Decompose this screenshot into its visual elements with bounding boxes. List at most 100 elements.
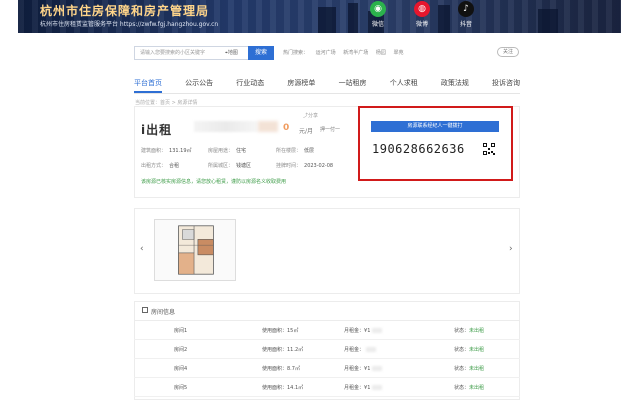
field-label: 所在楼层： bbox=[276, 148, 302, 154]
social-label: 抖音 bbox=[459, 21, 472, 28]
room-status: 状态：未出租 bbox=[454, 384, 484, 391]
rent-value: ¥1 bbox=[364, 385, 371, 391]
social-label: 微信 bbox=[371, 21, 384, 28]
qr-code-icon[interactable] bbox=[483, 143, 495, 155]
map-label: 地图 bbox=[227, 50, 238, 56]
house-title-text: 出租 bbox=[146, 123, 173, 137]
hot-search-item[interactable]: 杨园 bbox=[376, 50, 386, 56]
table-row: 房间2 使用面积：11.2㎡ 月租金： 状态：未出租 bbox=[134, 340, 520, 359]
nav-item-home[interactable]: 平台首页 bbox=[134, 72, 162, 93]
field-label: 所属城区： bbox=[208, 163, 234, 169]
table-row: 房间1 使用面积：15㎡ 月租金：¥1 状态：未出租 bbox=[134, 321, 520, 340]
room-area: 使用面积：14.1㎡ bbox=[262, 385, 304, 391]
gallery-next-icon[interactable]: › bbox=[509, 244, 513, 254]
room-status: 状态：未出租 bbox=[454, 365, 484, 372]
map-link[interactable]: ⌖地图 bbox=[225, 49, 238, 56]
room-status: 状态：未出租 bbox=[454, 346, 484, 353]
redacted-rent bbox=[372, 366, 383, 371]
field-label: 出租方式： bbox=[141, 163, 167, 169]
nav-item-rankings[interactable]: 房源榜单 bbox=[287, 72, 315, 93]
redacted-title bbox=[194, 121, 258, 132]
banner-building bbox=[348, 3, 358, 33]
status-label: 状态： bbox=[454, 385, 470, 391]
field-listed-date: 挂牌时间： 2023-02-08 bbox=[276, 162, 333, 169]
search-button[interactable]: 搜索 bbox=[248, 46, 274, 60]
payment-terms: 押一付一 bbox=[320, 127, 341, 133]
rooms-icon bbox=[142, 307, 148, 313]
social-douyin[interactable]: ♪ 抖音 bbox=[454, 1, 478, 28]
room-name: 房间1 bbox=[174, 328, 188, 334]
field-value: 2023-02-08 bbox=[304, 163, 334, 169]
table-row: 房间4 使用面积：8.7㎡ 月租金：¥1 状态：未出租 bbox=[134, 359, 520, 378]
status-label: 状态： bbox=[454, 366, 470, 372]
banner-building bbox=[318, 7, 336, 33]
room-rent: 月租金：¥1 bbox=[344, 327, 383, 334]
rent-label: 月租金： bbox=[344, 347, 365, 353]
redacted-rent bbox=[372, 328, 383, 333]
site-title: 杭州市住房保障和房产管理局 bbox=[40, 4, 210, 18]
room-status: 状态：未出租 bbox=[454, 327, 484, 334]
room-rent: 月租金：¥1 bbox=[344, 384, 383, 391]
weibo-icon: ◍ bbox=[414, 1, 430, 17]
field-usage: 房屋用途： 住宅 bbox=[208, 147, 246, 154]
verified-notice: 该房源已核实房源信息，请您放心租赁，谨防以房源名义收取费用 bbox=[141, 179, 287, 185]
hot-searches: 热门搜索： 运河广场 新湾半广场 杨园 翠苑 bbox=[283, 49, 409, 56]
phone-number: 190628662636 bbox=[372, 142, 465, 156]
hot-search-item[interactable]: 翠苑 bbox=[393, 50, 403, 56]
status-badge: 未出租 bbox=[469, 366, 485, 372]
nav-item-announcements[interactable]: 公示公告 bbox=[185, 72, 213, 93]
share-link[interactable]: ⤴分享 bbox=[303, 112, 318, 119]
room-area: 使用面积：8.7㎡ bbox=[262, 366, 300, 372]
status-label: 状态： bbox=[454, 347, 470, 353]
wechat-icon: ◉ bbox=[370, 1, 386, 17]
room-name: 房间4 bbox=[174, 366, 188, 372]
rent-value: ¥1 bbox=[364, 328, 371, 334]
field-district: 所属城区： 钱塘区 bbox=[208, 162, 251, 169]
table-row: 房间5 使用面积：14.1㎡ 月租金：¥1 状态：未出租 bbox=[134, 378, 520, 397]
status-badge: 未出租 bbox=[469, 385, 485, 391]
field-value: 131.19㎡ bbox=[169, 148, 192, 154]
room-name: 房间2 bbox=[174, 347, 188, 353]
field-floor: 所在楼层： 低层 bbox=[276, 147, 314, 154]
share-label: 分享 bbox=[308, 113, 319, 119]
hot-search-label: 热门搜索： bbox=[283, 50, 309, 56]
social-wechat[interactable]: ◉ 微信 bbox=[366, 1, 390, 28]
follow-button[interactable]: 关注 bbox=[497, 47, 519, 57]
field-label: 建筑面积： bbox=[141, 148, 167, 154]
field-value: 低层 bbox=[304, 148, 315, 154]
site-subtitle: 杭州市住房租赁监管服务平台 https://zwfw.fgj.hangzhou.… bbox=[40, 21, 219, 28]
floorplan-image[interactable] bbox=[154, 219, 236, 281]
status-badge: 未出租 bbox=[469, 328, 485, 334]
rent-unit: 元/月 bbox=[299, 128, 314, 135]
field-label: 房屋用途： bbox=[208, 148, 234, 154]
field-area: 建筑面积： 131.19㎡ bbox=[141, 147, 192, 154]
room-rent: 月租金： bbox=[344, 346, 377, 353]
gallery-prev-icon[interactable]: ‹ bbox=[140, 244, 144, 254]
hot-search-item[interactable]: 运河广场 bbox=[316, 50, 336, 56]
banner-building bbox=[538, 9, 558, 33]
social-weibo[interactable]: ◍ 微博 bbox=[410, 1, 434, 28]
rent-value: ¥1 bbox=[364, 366, 371, 372]
field-rent-type: 出租方式： 合租 bbox=[141, 162, 179, 169]
room-area: 使用面积：11.2㎡ bbox=[262, 347, 304, 353]
nav-item-wanted[interactable]: 个人求租 bbox=[390, 72, 418, 93]
nav-item-complaint[interactable]: 投诉咨询 bbox=[492, 72, 520, 93]
nav-item-rent[interactable]: 一站租房 bbox=[339, 72, 367, 93]
call-agent-button[interactable]: 房源联系经纪人一键拨打 bbox=[371, 121, 499, 132]
site-banner: 杭州市住房保障和房产管理局 杭州市住房租赁监管服务平台 https://zwfw… bbox=[18, 0, 621, 33]
nav-item-news[interactable]: 行业动态 bbox=[236, 72, 264, 93]
status-label: 状态： bbox=[454, 328, 470, 334]
field-value: 钱塘区 bbox=[236, 163, 252, 169]
field-value: 合租 bbox=[169, 163, 180, 169]
nav-item-policy[interactable]: 政策法规 bbox=[441, 72, 469, 93]
rooms-header bbox=[134, 301, 520, 321]
rent-label: 月租金： bbox=[344, 328, 365, 334]
redacted-rent bbox=[366, 347, 377, 352]
douyin-icon: ♪ bbox=[458, 1, 474, 17]
hot-search-item[interactable]: 新湾半广场 bbox=[343, 50, 368, 56]
room-rent: 月租金：¥1 bbox=[344, 365, 383, 372]
room-name: 房间5 bbox=[174, 385, 188, 391]
rooms-title: 房间信息 bbox=[151, 309, 176, 316]
banner-building bbox=[438, 5, 450, 33]
social-label: 微博 bbox=[415, 21, 428, 28]
